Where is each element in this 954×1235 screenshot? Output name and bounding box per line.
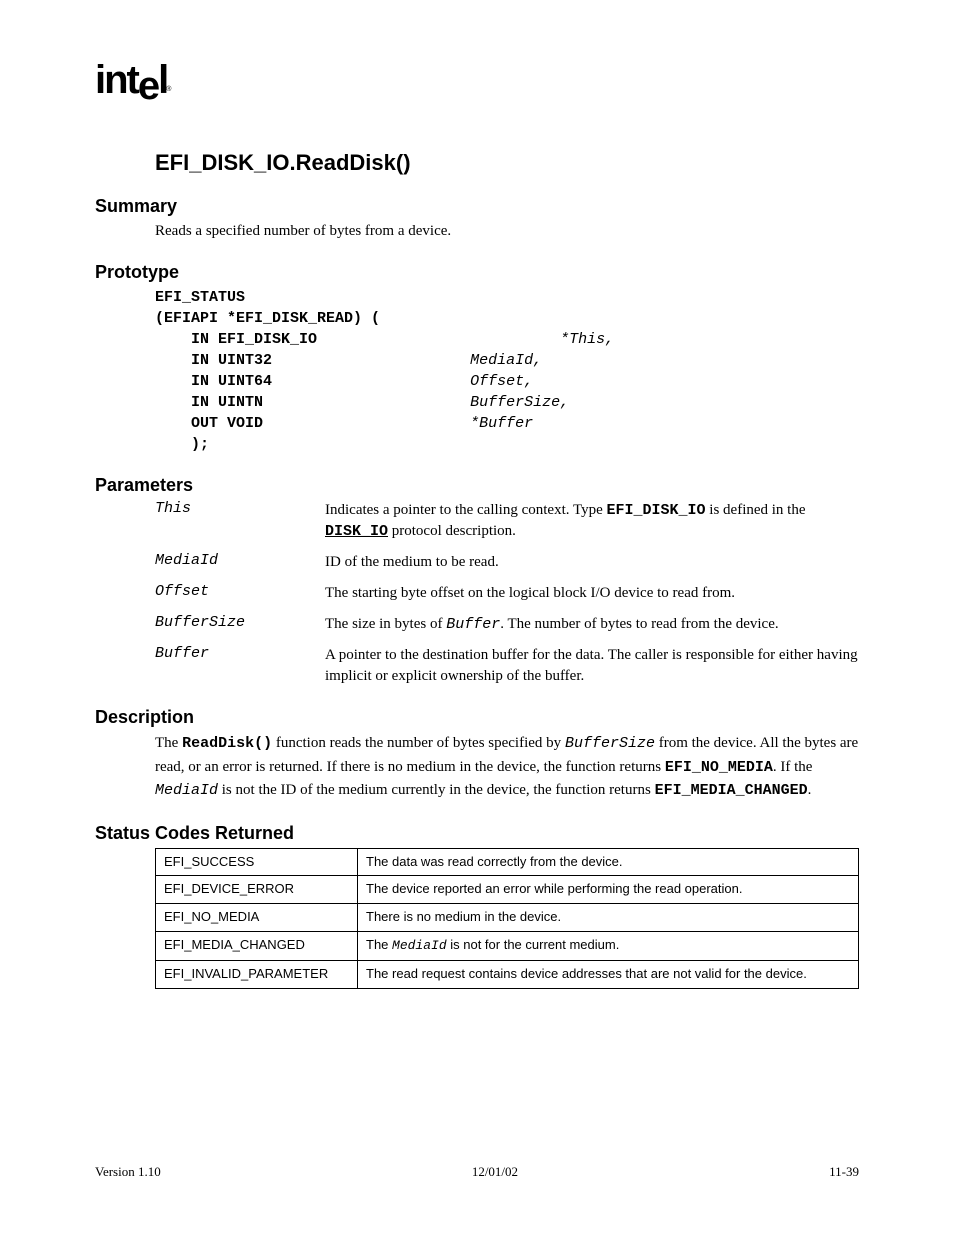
- proto-line: );: [155, 436, 209, 453]
- parameters-table: This Indicates a pointer to the calling …: [155, 500, 859, 687]
- status-code: EFI_SUCCESS: [156, 848, 358, 876]
- table-row: EFI_MEDIA_CHANGED The MediaId is not for…: [156, 932, 859, 961]
- param-row: BufferSize The size in bytes of Buffer. …: [155, 614, 859, 635]
- status-desc: The device reported an error while perfo…: [358, 876, 859, 904]
- table-row: EFI_INVALID_PARAMETER The read request c…: [156, 961, 859, 989]
- table-row: EFI_NO_MEDIA There is no medium in the d…: [156, 904, 859, 932]
- param-desc: The starting byte offset on the logical …: [325, 583, 859, 604]
- proto-param: *Buffer: [470, 415, 533, 432]
- param-row: Buffer A pointer to the destination buff…: [155, 645, 859, 687]
- proto-kw: IN UINTN: [155, 394, 263, 411]
- proto-param: MediaId,: [470, 352, 542, 369]
- param-name: Buffer: [155, 645, 325, 687]
- proto-line: (EFIAPI *EFI_DISK_READ) (: [155, 310, 380, 327]
- status-desc: There is no medium in the device.: [358, 904, 859, 932]
- table-row: EFI_DEVICE_ERROR The device reported an …: [156, 876, 859, 904]
- description-heading: Description: [95, 707, 859, 728]
- footer-version: Version 1.10: [95, 1164, 161, 1180]
- param-name: Offset: [155, 583, 325, 604]
- param-row: MediaId ID of the medium to be read.: [155, 552, 859, 573]
- summary-text: Reads a specified number of bytes from a…: [155, 221, 859, 242]
- disk-io-link[interactable]: DISK_IO: [325, 523, 388, 540]
- proto-line: EFI_STATUS: [155, 289, 245, 306]
- param-desc: A pointer to the destination buffer for …: [325, 645, 859, 687]
- function-title: EFI_DISK_IO.ReadDisk(): [155, 150, 859, 176]
- prototype-block: EFI_STATUS (EFIAPI *EFI_DISK_READ) ( IN …: [155, 287, 859, 455]
- proto-param: Offset,: [470, 373, 533, 390]
- status-code: EFI_MEDIA_CHANGED: [156, 932, 358, 961]
- proto-param: *This,: [560, 331, 614, 348]
- status-code: EFI_DEVICE_ERROR: [156, 876, 358, 904]
- page-footer: Version 1.10 12/01/02 11-39: [95, 1164, 859, 1180]
- prototype-heading: Prototype: [95, 262, 859, 283]
- param-desc: ID of the medium to be read.: [325, 552, 859, 573]
- param-desc: The size in bytes of Buffer. The number …: [325, 614, 859, 635]
- proto-param: BufferSize,: [470, 394, 569, 411]
- parameters-heading: Parameters: [95, 475, 859, 496]
- intel-logo: intel®: [95, 60, 172, 100]
- param-name: MediaId: [155, 552, 325, 573]
- param-name: BufferSize: [155, 614, 325, 635]
- status-desc: The data was read correctly from the dev…: [358, 848, 859, 876]
- proto-kw: IN UINT32: [155, 352, 272, 369]
- param-name: This: [155, 500, 325, 542]
- status-desc: The read request contains device address…: [358, 961, 859, 989]
- proto-kw: IN UINT64: [155, 373, 272, 390]
- param-row: This Indicates a pointer to the calling …: [155, 500, 859, 542]
- status-code: EFI_NO_MEDIA: [156, 904, 358, 932]
- summary-heading: Summary: [95, 196, 859, 217]
- footer-date: 12/01/02: [472, 1164, 518, 1180]
- proto-kw: OUT VOID: [155, 415, 263, 432]
- status-code: EFI_INVALID_PARAMETER: [156, 961, 358, 989]
- table-row: EFI_SUCCESS The data was read correctly …: [156, 848, 859, 876]
- status-heading: Status Codes Returned: [95, 823, 859, 844]
- status-desc: The MediaId is not for the current mediu…: [358, 932, 859, 961]
- status-table: EFI_SUCCESS The data was read correctly …: [155, 848, 859, 989]
- footer-pagenum: 11-39: [829, 1164, 859, 1180]
- param-row: Offset The starting byte offset on the l…: [155, 583, 859, 604]
- description-text: The ReadDisk() function reads the number…: [155, 732, 859, 803]
- proto-kw: IN EFI_DISK_IO: [155, 331, 317, 348]
- param-desc: Indicates a pointer to the calling conte…: [325, 500, 859, 542]
